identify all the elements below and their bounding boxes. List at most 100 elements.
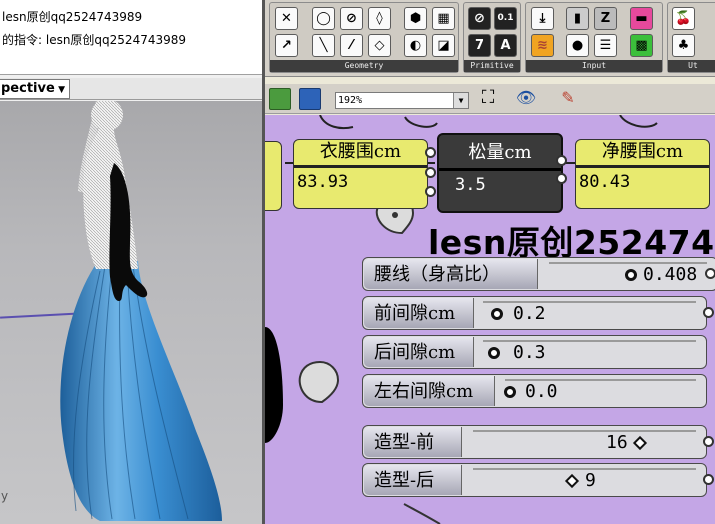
panel-divider <box>576 165 709 168</box>
vector-icon[interactable]: ↗ <box>275 34 298 57</box>
ribbon-group-util: 🍒 ♣ Ut <box>667 2 715 73</box>
output-port[interactable] <box>705 268 715 279</box>
plane-icon[interactable]: ◇ <box>368 34 391 57</box>
partial-component[interactable] <box>265 141 282 211</box>
ribbon-group-label: Geometry <box>270 60 458 72</box>
number-icon[interactable]: 0.1 <box>494 7 517 30</box>
slider-shape-back[interactable]: 造型-后 9 <box>362 463 707 497</box>
grasshopper-window: ✕ ◯ ⊘ ◊ ⬢ ▦ ↗ ╲ ⁄ ◇ ◐ ◪ Geometry ⊘ 0.1 7… <box>262 0 715 524</box>
slider-label: 造型-前 <box>364 427 462 457</box>
axis-letter: y <box>1 489 9 503</box>
slider-waistline[interactable]: 腰线（身高比） 0.408 <box>362 257 715 291</box>
geometry-icon[interactable]: ◪ <box>432 34 455 57</box>
panel-waist-net[interactable]: 净腰围cm 80.43 <box>575 139 710 209</box>
viewport-tab-perspective[interactable]: pective ▼ <box>0 79 70 99</box>
viewport-tabbar: pective ▼ <box>0 78 262 100</box>
box-icon[interactable]: ⬢ <box>404 7 427 30</box>
command-line-2: 的指令: lesn原创qq2524743989 <box>2 33 187 47</box>
zoom-select[interactable]: 192% ▼ <box>335 92 469 109</box>
grasshopper-canvas[interactable]: 衣腰围cm 83.93 松量cm 3.5 净腰围cm 80.43 lesn原创2… <box>265 115 715 524</box>
curve-icon[interactable]: ⊘ <box>340 7 363 30</box>
ribbon-group-label: Input <box>526 60 662 72</box>
panel-title: 衣腰围cm <box>319 141 402 162</box>
zoom-value: 192% <box>338 95 363 106</box>
output-port[interactable] <box>556 173 567 184</box>
preview-brush-icon[interactable]: ✎ <box>557 88 579 110</box>
dress-model-render <box>60 101 222 521</box>
slider-knob[interactable] <box>632 435 648 451</box>
panel-title: 松量cm <box>468 142 532 163</box>
integer-icon[interactable]: 7 <box>468 34 491 57</box>
point-icon[interactable]: ⁄ <box>340 34 363 57</box>
graph-mapper-icon[interactable]: ≋ <box>531 34 554 57</box>
surface-icon[interactable]: ◊ <box>368 7 391 30</box>
output-port[interactable] <box>556 155 567 166</box>
cancel-icon[interactable]: ✕ <box>275 7 298 30</box>
panel-value: 80.43 <box>579 172 631 192</box>
output-port[interactable] <box>703 436 714 447</box>
button-icon[interactable]: ● <box>566 34 589 57</box>
slider-back-gap[interactable]: 后间隙cm 0.3 <box>362 335 707 369</box>
input-port[interactable] <box>425 147 436 158</box>
slider-front-gap[interactable]: 前间隙cm 0.2 <box>362 296 707 330</box>
output-port[interactable] <box>703 307 714 318</box>
slider-knob[interactable] <box>488 347 500 359</box>
slider-value: 0.0 <box>525 381 558 402</box>
gradient-icon[interactable]: Z <box>594 7 617 30</box>
perspective-viewport[interactable]: y <box>0 101 262 524</box>
panel-value: 83.93 <box>297 172 349 192</box>
slider-knob[interactable] <box>625 269 637 281</box>
boolean-icon[interactable]: ⊘ <box>468 7 491 30</box>
output-port[interactable] <box>703 474 714 485</box>
component-ribbon: ✕ ◯ ⊘ ◊ ⬢ ▦ ↗ ╲ ⁄ ◇ ◐ ◪ Geometry ⊘ 0.1 7… <box>265 0 715 77</box>
slider-label: 左右间隙cm <box>364 376 495 406</box>
slider-knob[interactable] <box>504 386 516 398</box>
zoom-extents-icon[interactable]: ⛶ <box>477 88 499 110</box>
input-port[interactable] <box>425 186 436 197</box>
swatch-icon[interactable]: ▬ <box>630 7 653 30</box>
panel-value: 3.5 <box>455 175 486 195</box>
panel-ease[interactable]: 松量cm 3.5 <box>437 133 563 213</box>
toggle-icon[interactable]: ▮ <box>566 7 589 30</box>
mesh-icon[interactable]: ▦ <box>432 7 455 30</box>
dropdown-arrow-icon[interactable]: ▼ <box>58 81 65 99</box>
slider-label: 腰线（身高比） <box>364 259 538 289</box>
canvas-toolbar: 192% ▼ ⛶ 👁 ✎ <box>265 84 715 114</box>
line-icon[interactable]: ╲ <box>312 34 335 57</box>
import-icon[interactable]: ⤓ <box>531 7 554 30</box>
panel-divider <box>439 168 561 171</box>
chevron-down-icon[interactable]: ▼ <box>453 93 468 108</box>
slider-shape-front[interactable]: 造型-前 16 <box>362 425 707 459</box>
save-icon[interactable] <box>299 88 321 110</box>
slider-knob[interactable] <box>491 308 503 320</box>
ribbon-group-primitive: ⊘ 0.1 7 A Primitive <box>463 2 521 73</box>
brep-icon[interactable]: ◐ <box>404 34 427 57</box>
tree-icon[interactable]: ♣ <box>672 34 695 57</box>
matrix-icon[interactable]: ▩ <box>630 34 653 57</box>
open-file-icon[interactable] <box>269 88 291 110</box>
viewport-tab-label: pective <box>1 81 55 96</box>
slider-track[interactable] <box>473 430 696 432</box>
slider-value: 0.408 <box>643 264 698 285</box>
ribbon-group-geometry: ✕ ◯ ⊘ ◊ ⬢ ▦ ↗ ╲ ⁄ ◇ ◐ ◪ Geometry <box>269 2 459 73</box>
preview-eye-icon[interactable]: 👁 <box>515 88 537 110</box>
panel-divider <box>294 165 427 168</box>
slider-side-gap[interactable]: 左右间隙cm 0.0 <box>362 374 707 408</box>
slider-label: 前间隙cm <box>364 298 474 328</box>
slider-knob[interactable] <box>564 473 580 489</box>
panel-title: 净腰围cm <box>601 141 684 162</box>
ribbon-group-input: ⤓ ▮ Z ▬ ≋ ● ☰ ▩ Input <box>525 2 663 73</box>
cherry-icon[interactable]: 🍒 <box>672 7 695 30</box>
circle-icon[interactable]: ◯ <box>312 7 335 30</box>
value-list-icon[interactable]: ☰ <box>594 34 617 57</box>
slider-value: 9 <box>585 470 596 491</box>
slider-value: 0.3 <box>513 342 546 363</box>
text-icon[interactable]: A <box>494 34 517 57</box>
slider-value: 0.2 <box>513 303 546 324</box>
panel-waist-garment[interactable]: 衣腰围cm 83.93 <box>293 139 428 209</box>
input-port[interactable] <box>425 167 436 178</box>
ribbon-group-label: Primitive <box>464 60 520 72</box>
rhino-panel: lesn原创qq2524743989 的指令: lesn原创qq25247439… <box>0 0 262 524</box>
command-line-1: lesn原创qq2524743989 <box>2 10 143 24</box>
command-history: lesn原创qq2524743989 的指令: lesn原创qq25247439… <box>0 0 262 75</box>
